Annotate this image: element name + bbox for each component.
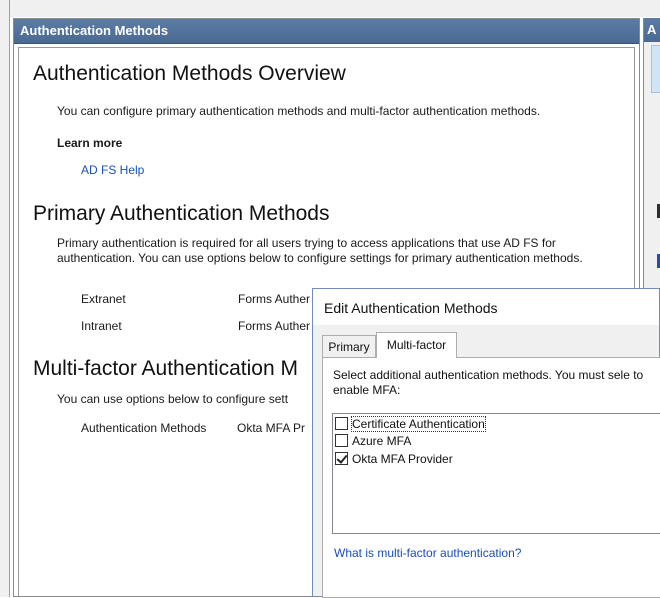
extranet-label: Extranet xyxy=(81,292,126,306)
list-item-label: Azure MFA xyxy=(352,433,412,448)
primary-methods-title: Primary Authentication Methods xyxy=(33,202,330,225)
list-item[interactable]: Azure MFA xyxy=(335,432,411,449)
extranet-value: Forms Auther xyxy=(238,292,311,306)
list-item-label: Okta MFA Provider xyxy=(352,451,453,466)
overview-title: Authentication Methods Overview xyxy=(33,62,346,85)
ad-fs-help-link[interactable]: AD FS Help xyxy=(81,163,144,177)
certificate-authentication-checkbox[interactable] xyxy=(335,417,348,430)
what-is-mfa-link[interactable]: What is multi-factor authentication? xyxy=(334,546,521,560)
window-top-bar xyxy=(0,0,660,17)
mfa-title: Multi-factor Authentication M xyxy=(33,357,298,380)
list-item[interactable]: Certificate Authentication xyxy=(335,415,486,432)
mfa-methods-label: Authentication Methods xyxy=(81,421,207,435)
overview-description: You can configure primary authentication… xyxy=(57,104,541,118)
mfa-methods-value: Okta MFA Pr xyxy=(237,421,306,435)
primary-methods-description: Primary authentication is required for a… xyxy=(57,236,583,265)
tab-multi-factor[interactable]: Multi-factor xyxy=(376,332,457,358)
pane-header: Authentication Methods xyxy=(14,19,639,44)
list-item[interactable]: Okta MFA Provider xyxy=(335,450,453,467)
tab-primary[interactable]: Primary xyxy=(322,335,376,357)
azure-mfa-checkbox[interactable] xyxy=(335,434,348,447)
list-item-label: Certificate Authentication xyxy=(351,415,486,432)
dialog-titlebar[interactable]: Edit Authentication Methods xyxy=(313,289,659,325)
okta-mfa-provider-checkbox[interactable] xyxy=(335,452,348,465)
multi-factor-tab-panel: Select additional authentication methods… xyxy=(322,357,660,598)
edit-authentication-methods-dialog: Edit Authentication Methods Primary Mult… xyxy=(312,288,660,598)
intranet-label: Intranet xyxy=(81,319,122,333)
intranet-value: Forms Auther xyxy=(238,319,311,333)
actions-pane-header: A xyxy=(644,18,660,42)
dialog-title: Edit Authentication Methods xyxy=(324,300,498,316)
mfa-description: You can use options below to configure s… xyxy=(57,392,289,406)
mfa-select-instructions: Select additional authentication methods… xyxy=(333,368,644,397)
mfa-methods-list: Certificate Authentication Azure MFA Okt… xyxy=(332,413,660,534)
actions-pane-selected-item[interactable] xyxy=(651,45,660,93)
learn-more-heading: Learn more xyxy=(57,136,123,150)
window-left-border xyxy=(0,0,10,597)
